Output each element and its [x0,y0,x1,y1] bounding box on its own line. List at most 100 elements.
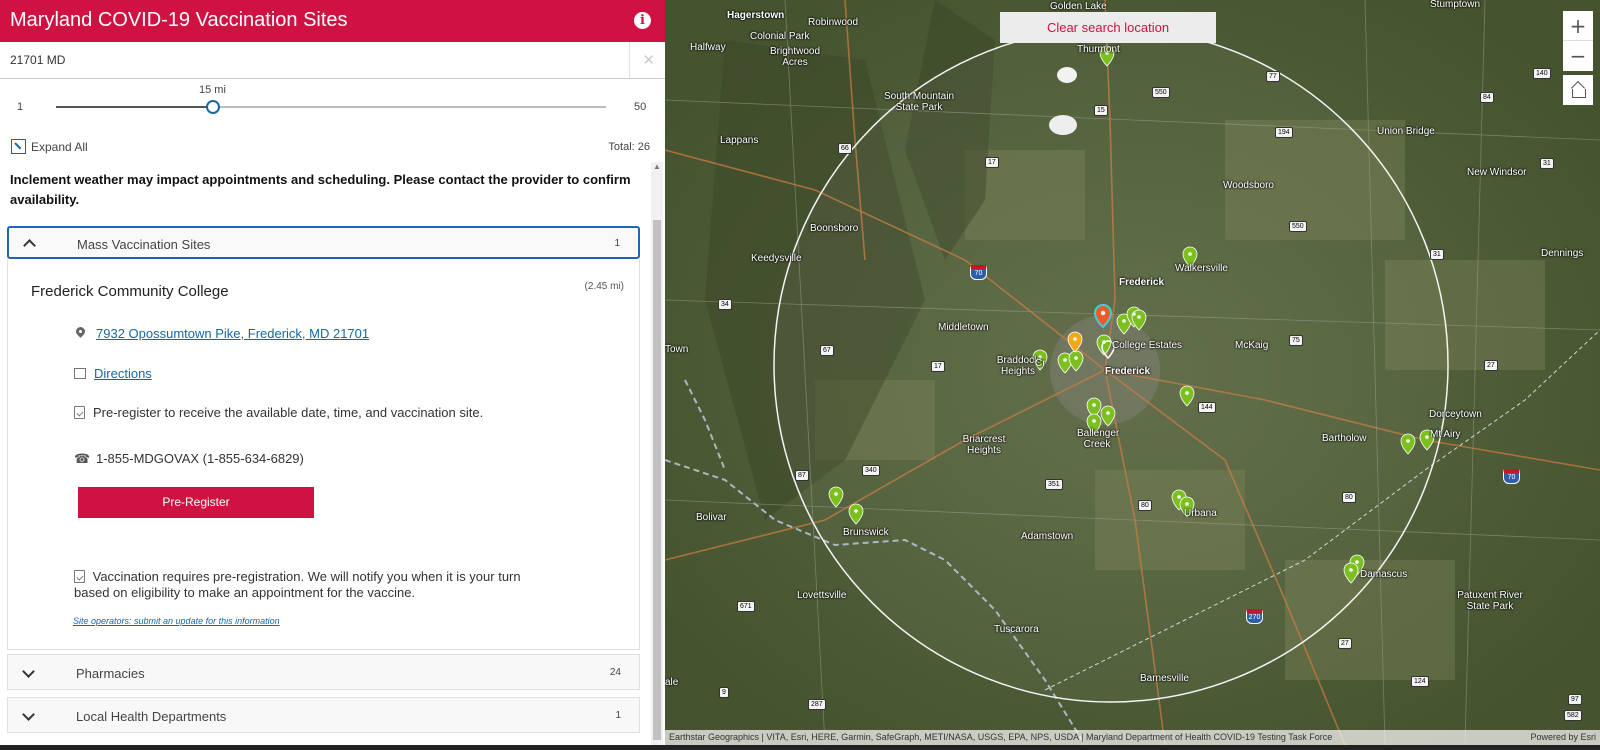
map-label: Stumptown [1430,0,1481,10]
register-note: Pre-register to receive the available da… [93,405,484,420]
map-icon [74,368,86,379]
scrollbar-thumb[interactable] [653,220,661,740]
route-shield: 15 [1094,105,1108,116]
route-shield: 77 [1266,71,1280,82]
map-view[interactable]: Hagerstown Robinwood Colonial Park Halfw… [665,0,1600,745]
route-shield: 351 [1045,479,1063,490]
address-row: 7932 Opossumtown Pike, Frederick, MD 217… [74,326,369,341]
pre-register-button[interactable]: Pre-Register [78,487,314,518]
app-title: Maryland COVID-19 Vaccination Sites [10,9,348,31]
search-input[interactable] [0,42,630,78]
route-shield: 140 [1533,68,1551,79]
map-label: Halfway [690,42,726,53]
directions-row: Directions [74,366,152,381]
clear-search-icon[interactable]: ✕ [642,51,655,69]
attribution-text: Earthstar Geographics | VITA, Esri, HERE… [669,732,1333,742]
map-label: Mt Airy [1430,429,1461,440]
route-shield: 97 [1568,694,1582,705]
phone-icon: ☎ [74,450,91,466]
map-label: Lovettsville [797,590,847,601]
operator-update-link[interactable]: Site operators: submit an update for thi… [73,616,280,626]
route-shield: 80 [1342,492,1356,503]
route-shield: 17 [931,361,945,372]
requirement-note: Vaccination requires pre-registration. W… [74,569,544,601]
map-label: New Windsor [1467,167,1527,178]
slider-thumb[interactable] [206,100,220,114]
route-shield: 84 [1480,92,1494,103]
directions-link[interactable]: Directions [94,366,152,381]
slider-max-label: 50 [634,101,647,113]
zoom-out-button[interactable]: − [1563,41,1593,71]
map-label: Thurmont [1077,44,1120,55]
map-label: ale [665,677,679,688]
zoom-in-button[interactable]: + [1563,11,1593,41]
map-label: Boonsboro [810,223,859,234]
interstate-shield: 270 [1246,609,1263,624]
map-label: Town [665,344,689,355]
route-shield: 550 [1289,221,1307,232]
slider-track[interactable] [56,100,606,114]
address-link[interactable]: 7932 Opossumtown Pike, Frederick, MD 217… [96,326,369,341]
slider-min-label: 1 [17,101,24,113]
map-label: South Mountain State Park [883,91,955,113]
group-count: 1 [614,238,620,249]
map-label: Damascus [1360,569,1408,580]
map-label: Keedysville [751,253,802,264]
map-label: Dennings [1541,248,1584,259]
info-icon[interactable]: i [634,12,651,29]
route-shield: 80 [1138,500,1152,511]
map-label: Adamstown [1021,531,1074,542]
window-bottom-bar [0,745,1600,750]
chevron-up-icon [23,237,33,247]
map-label: Frederick [1105,366,1151,377]
route-shield: 87 [795,470,809,481]
route-shield: 27 [1484,360,1498,371]
route-shield: 124 [1411,676,1429,687]
map-label: Lappans [720,135,759,146]
scroll-up-icon[interactable]: ▲ [653,162,661,171]
weather-notice: Inclement weather may impact appointment… [10,172,631,207]
map-label: College Estates [1112,340,1183,351]
group-pharmacies[interactable]: Pharmacies 24 [7,654,640,690]
slider-fill [56,106,213,108]
route-shield: 27 [1338,638,1352,649]
map-label: Middletown [938,322,989,333]
route-shield: 340 [862,465,880,476]
map-label: Walkersville [1175,263,1228,274]
list-scrollbar[interactable]: ▲ [651,162,663,745]
expand-icon [11,139,26,154]
clear-search-location-button[interactable]: Clear search location [1000,12,1216,43]
requirement-text: Vaccination requires pre-registration. W… [74,569,521,600]
home-icon[interactable] [1563,75,1593,105]
route-shield: 287 [808,699,826,710]
group-mass-vaccination[interactable]: Mass Vaccination Sites 1 [7,226,640,259]
route-shield: 31 [1430,249,1444,260]
route-shield: 9 [719,687,729,698]
group-local-health-departments[interactable]: Local Health Departments 1 [7,697,640,733]
register-note-row: Pre-register to receive the available da… [74,405,483,420]
map-label: Urbana [1184,508,1217,519]
group-label: Pharmacies [76,666,145,681]
route-shield: 550 [1152,87,1170,98]
clipboard-icon [74,406,85,419]
total-count: Total: 26 [608,141,650,153]
powered-by-esri[interactable]: Powered by Esri [1530,730,1596,745]
map-label: Cr [1035,358,1046,369]
sites-panel: Maryland COVID-19 Vaccination Sites i ✕ … [0,0,665,745]
map-label: Bartholow [1322,433,1367,444]
phone-row: ☎ 1-855-MDGOVAX (1-855-634-6829) [74,451,304,466]
app-header: Maryland COVID-19 Vaccination Sites i [0,0,665,42]
map-label: Briarcrest Heights [962,434,1006,456]
slider-current-label: 15 mi [199,84,226,96]
site-card: Frederick Community College (2.45 mi) 79… [7,259,640,650]
chevron-down-icon [22,668,32,678]
map-label: Brightwood Acres [769,46,821,68]
route-shield: 17 [985,157,999,168]
map-label: Ballenger Creek [1077,428,1120,450]
clipboard-icon [74,570,85,583]
route-shield: 194 [1275,127,1293,138]
expand-all-button[interactable]: Expand All [11,139,88,154]
site-name: Frederick Community College [31,283,229,300]
map-label: Dorceytown [1429,409,1482,420]
group-label: Mass Vaccination Sites [77,237,211,252]
